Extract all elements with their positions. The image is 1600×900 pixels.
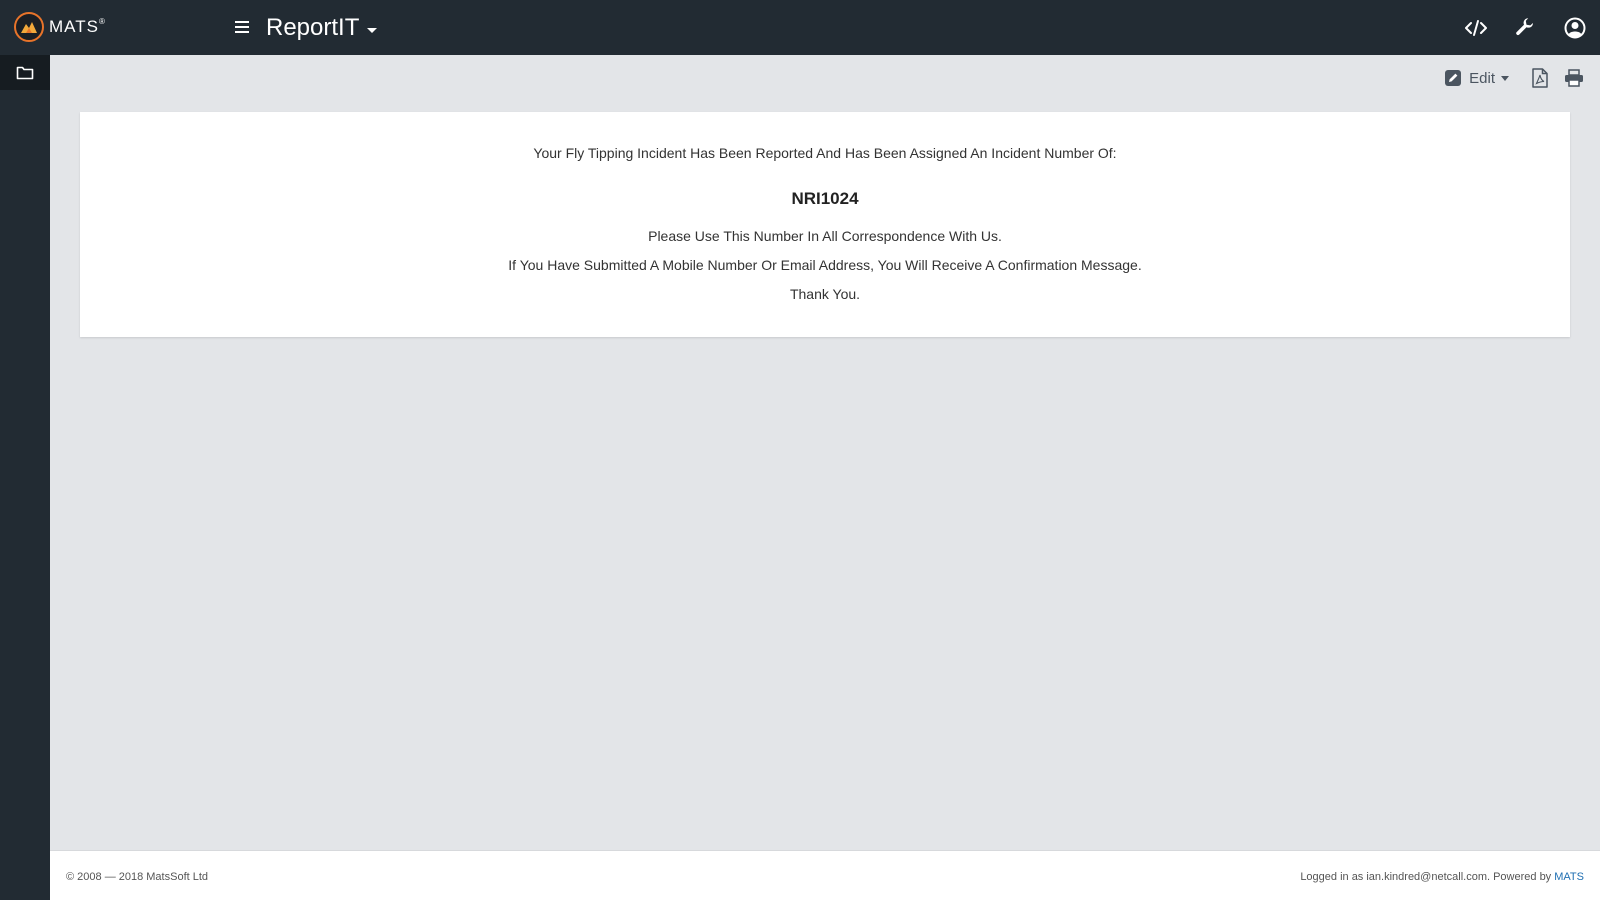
edit-label: Edit bbox=[1469, 69, 1495, 87]
logo-text: MATS® bbox=[49, 17, 106, 36]
wrench-icon[interactable] bbox=[1513, 16, 1537, 40]
mats-logo-icon bbox=[14, 12, 44, 42]
confirmation-panel: Your Fly Tipping Incident Has Been Repor… bbox=[80, 112, 1570, 337]
app-switcher[interactable]: ReportIT bbox=[266, 12, 378, 44]
report-confirmation-text: Your Fly Tipping Incident Has Been Repor… bbox=[533, 145, 1117, 161]
confirmation-message-notice: If You Have Submitted A Mobile Number Or… bbox=[508, 257, 1142, 273]
login-info: Logged in as ian.kindred@netcall.com. Po… bbox=[1300, 871, 1584, 883]
print-icon bbox=[1565, 69, 1583, 87]
top-navbar: MATS® ReportIT bbox=[0, 0, 1600, 55]
menu-icon[interactable] bbox=[232, 17, 252, 37]
folder-icon bbox=[16, 66, 34, 80]
chevron-down-icon bbox=[1501, 75, 1509, 81]
document-toolbar: Edit bbox=[1444, 67, 1584, 89]
thank-you-text: Thank You. bbox=[789, 286, 861, 302]
footer: © 2008 — 2018 MatsSoft Ltd Logged in as … bbox=[50, 850, 1600, 900]
app-title: ReportIT bbox=[266, 14, 360, 41]
incident-number: NRI1024 bbox=[791, 189, 859, 208]
mats-link[interactable]: MATS bbox=[1554, 871, 1584, 883]
correspondence-notice: Please Use This Number In All Correspond… bbox=[648, 228, 1002, 244]
edit-dropdown[interactable]: Edit bbox=[1444, 69, 1509, 87]
user-circle-icon[interactable] bbox=[1563, 16, 1587, 40]
pdf-icon bbox=[1532, 68, 1548, 88]
sidebar-item-folder[interactable] bbox=[0, 55, 50, 90]
edit-icon bbox=[1445, 70, 1462, 86]
pdf-button[interactable] bbox=[1531, 68, 1549, 88]
code-icon[interactable] bbox=[1464, 16, 1488, 40]
sidebar bbox=[0, 55, 50, 900]
chevron-down-icon bbox=[367, 27, 378, 33]
mats-logo[interactable]: MATS® bbox=[14, 12, 106, 42]
print-button[interactable] bbox=[1564, 69, 1584, 87]
copyright-text: © 2008 — 2018 MatsSoft Ltd bbox=[66, 871, 209, 883]
logged-in-text: Logged in as ian.kindred@netcall.com. Po… bbox=[1300, 871, 1555, 883]
